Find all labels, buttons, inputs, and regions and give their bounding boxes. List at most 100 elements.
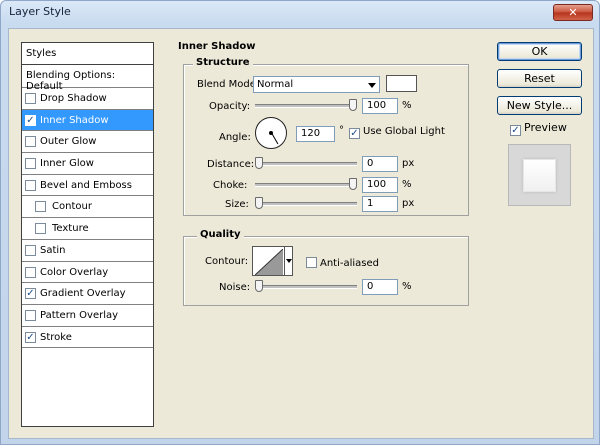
distance-unit: px — [402, 158, 415, 169]
shadow-color-swatch[interactable] — [386, 75, 417, 92]
size-slider-thumb[interactable] — [255, 197, 263, 209]
choke-slider-thumb[interactable] — [349, 178, 357, 190]
opacity-slider[interactable] — [255, 99, 357, 111]
style-item-label: Pattern Overlay — [40, 309, 119, 321]
chevron-down-icon — [368, 83, 376, 88]
blend-mode-select[interactable]: Normal — [253, 76, 380, 93]
angle-unit: ° — [339, 125, 344, 136]
style-item-pattern-overlay[interactable]: Pattern Overlay — [22, 305, 153, 327]
style-item-label: Texture — [52, 223, 89, 235]
style-checkbox[interactable] — [35, 201, 46, 213]
structure-title: Structure — [193, 57, 253, 68]
anti-aliased-label: Anti-aliased — [320, 258, 380, 269]
preview-label: Preview — [524, 121, 567, 134]
size-input[interactable]: 1 — [362, 196, 398, 212]
dialog-body: Styles Blending Options: Default Drop Sh… — [8, 28, 594, 439]
styles-list: Styles Blending Options: Default Drop Sh… — [21, 42, 154, 427]
new-style-button[interactable]: New Style... — [497, 96, 582, 115]
window-title: Layer Style — [9, 5, 71, 18]
style-item-inner-glow[interactable]: Inner Glow — [22, 153, 153, 175]
angle-dial[interactable] — [255, 117, 287, 149]
reset-button[interactable]: Reset — [497, 69, 582, 88]
use-global-light-box[interactable]: ✓ — [349, 128, 360, 139]
distance-slider[interactable] — [255, 157, 357, 169]
choke-label: Choke: — [213, 180, 248, 191]
style-checkbox[interactable] — [25, 136, 36, 148]
style-checkbox[interactable]: ✓ — [25, 331, 36, 343]
style-checkbox[interactable] — [35, 223, 46, 235]
style-item-label: Drop Shadow — [40, 93, 107, 104]
style-item-label: Outer Glow — [40, 136, 97, 148]
title-bar[interactable]: Layer Style ✕ — [1, 1, 599, 25]
style-item-contour[interactable]: Contour — [22, 196, 153, 219]
contour-label: Contour: — [205, 256, 249, 267]
angle-center — [269, 131, 273, 135]
style-item-label: Color Overlay — [40, 266, 109, 278]
opacity-unit: % — [402, 100, 412, 111]
styles-header[interactable]: Styles — [22, 43, 153, 65]
distance-input[interactable]: 0 — [362, 156, 398, 172]
style-item-drop-shadow[interactable]: Drop Shadow — [22, 88, 153, 110]
blend-mode-label: Blend Mode: — [197, 79, 260, 90]
close-button[interactable]: ✕ — [553, 4, 593, 21]
opacity-slider-thumb[interactable] — [349, 99, 357, 111]
angle-input[interactable]: 120 — [296, 126, 335, 142]
preview-checkbox[interactable]: ✓ Preview — [510, 121, 567, 136]
noise-slider-thumb[interactable] — [255, 280, 263, 292]
contour-curve-icon — [255, 249, 283, 275]
quality-title: Quality — [197, 229, 244, 240]
angle-label: Angle: — [219, 132, 251, 143]
style-item-label: Bevel and Emboss — [40, 179, 132, 191]
choke-slider[interactable] — [255, 178, 357, 190]
distance-slider-thumb[interactable] — [255, 157, 263, 169]
size-label: Size: — [225, 199, 249, 210]
style-item-label: Inner Glow — [40, 158, 94, 170]
blending-options-item[interactable]: Blending Options: Default — [22, 65, 153, 92]
style-item-satin[interactable]: Satin — [22, 240, 153, 262]
noise-slider[interactable] — [255, 280, 357, 292]
use-global-light-checkbox[interactable]: ✓ Use Global Light — [349, 126, 445, 139]
preview-swatch — [523, 159, 556, 192]
style-checkbox[interactable] — [25, 158, 36, 170]
style-item-inner-shadow[interactable]: ✓ Inner Shadow — [22, 109, 153, 132]
style-preview-thumbnail — [508, 144, 571, 206]
noise-input[interactable]: 0 — [362, 279, 398, 295]
contour-dropdown-arrow[interactable] — [284, 247, 292, 275]
choke-input[interactable]: 100 — [362, 177, 398, 193]
style-item-gradient-overlay[interactable]: ✓ Gradient Overlay — [22, 283, 153, 305]
style-checkbox[interactable] — [25, 179, 36, 191]
noise-label: Noise: — [219, 282, 251, 293]
anti-aliased-checkbox[interactable]: Anti-aliased — [306, 255, 379, 269]
preview-box[interactable]: ✓ — [510, 125, 521, 136]
ok-button[interactable]: OK — [497, 42, 582, 61]
distance-label: Distance: — [207, 159, 255, 170]
style-item-texture[interactable]: Texture — [22, 218, 153, 240]
style-item-label: Satin — [40, 244, 66, 256]
style-checkbox[interactable] — [25, 244, 36, 256]
size-unit: px — [402, 198, 415, 209]
quality-group — [183, 236, 469, 306]
style-item-bevel-and-emboss[interactable]: Bevel and Emboss — [22, 175, 153, 197]
use-global-light-label: Use Global Light — [363, 126, 445, 137]
style-item-outer-glow[interactable]: Outer Glow — [22, 131, 153, 154]
size-slider[interactable] — [255, 197, 357, 209]
style-item-color-overlay[interactable]: Color Overlay — [22, 262, 153, 284]
choke-unit: % — [402, 179, 412, 190]
opacity-input[interactable]: 100 — [362, 98, 398, 114]
anti-aliased-box[interactable] — [306, 257, 317, 268]
style-checkbox[interactable] — [25, 309, 36, 321]
style-item-stroke[interactable]: ✓ Stroke — [22, 327, 153, 349]
blend-mode-value: Normal — [257, 79, 294, 90]
style-item-label: Gradient Overlay — [40, 288, 126, 300]
contour-picker[interactable] — [252, 246, 293, 276]
layer-style-dialog: Layer Style ✕ Styles Blending Options: D… — [0, 0, 600, 445]
style-checkbox[interactable] — [25, 266, 36, 278]
style-checkbox[interactable] — [25, 93, 36, 104]
style-item-label: Contour — [52, 201, 92, 213]
opacity-label: Opacity: — [209, 101, 251, 112]
style-item-label: Inner Shadow — [40, 114, 109, 126]
style-checkbox[interactable]: ✓ — [25, 114, 36, 126]
style-item-label: Stroke — [40, 331, 72, 343]
section-title: Inner Shadow — [178, 41, 256, 52]
style-checkbox[interactable]: ✓ — [25, 288, 36, 300]
